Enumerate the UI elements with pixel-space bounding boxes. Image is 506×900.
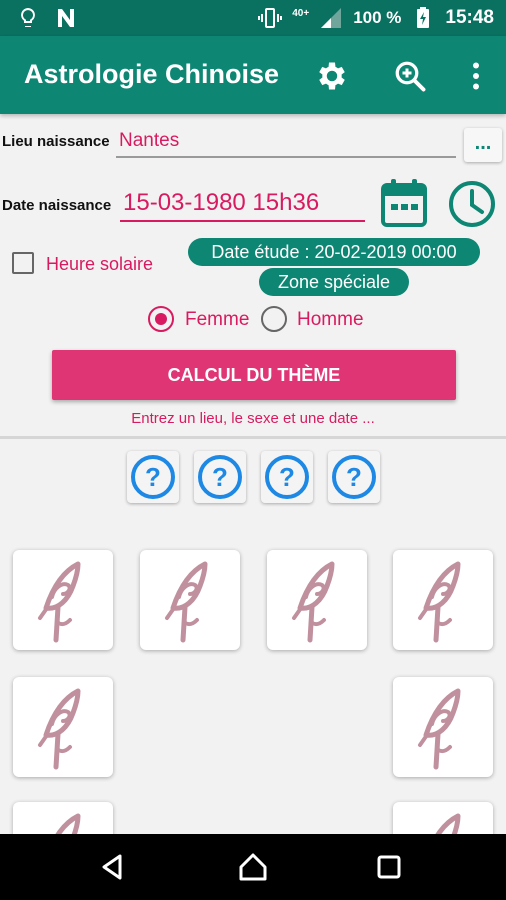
help-button-4[interactable]: ? [328, 451, 380, 503]
female-radio-dot [155, 313, 167, 325]
place-label: Lieu naissance [2, 133, 110, 150]
symbol-tile-4[interactable] [393, 550, 493, 650]
place-more-button[interactable]: ... [464, 128, 502, 162]
male-label: Homme [297, 309, 364, 330]
eye-of-horus-icon [18, 552, 108, 648]
back-triangle-icon [102, 854, 122, 880]
search-plus-icon [395, 61, 426, 92]
help-button-2-label: ? [212, 462, 228, 492]
signal-icon [321, 8, 342, 28]
date-input[interactable]: 15-03-1980 15h36 [123, 189, 319, 217]
solar-time-checkbox[interactable] [12, 252, 34, 274]
eye-of-horus-icon [18, 679, 108, 775]
question-circle-icon: ? [332, 455, 376, 499]
symbol-tile-3[interactable] [267, 550, 367, 650]
place-input[interactable]: Nantes [119, 130, 179, 152]
status-bar: 40+ 100 % 15:48 [0, 0, 506, 36]
recents-square-icon [377, 855, 401, 879]
date-input-underline [120, 220, 365, 222]
clock-icon [449, 181, 495, 227]
solar-time-label: Heure solaire [46, 254, 154, 274]
help-button-1-label: ? [145, 462, 161, 492]
home-icon [239, 853, 267, 881]
symbol-tile-1[interactable] [13, 550, 113, 650]
battery-charging-icon [417, 7, 430, 28]
zoom-in-button[interactable] [390, 56, 430, 96]
vibrate-icon [258, 8, 283, 28]
study-date-badge[interactable]: Date étude : 20-02-2019 00:00 [188, 238, 480, 266]
date-picker-button[interactable] [376, 176, 432, 230]
network-type-label: 40+ [292, 7, 310, 19]
battery-percent: 100 % [353, 8, 402, 27]
symbol-tile-5[interactable] [13, 677, 113, 777]
help-button-4-label: ? [346, 462, 362, 492]
clock-time: 15:48 [445, 7, 494, 28]
overflow-menu-button[interactable] [456, 56, 496, 96]
special-zone-badge[interactable]: Zone spéciale [259, 268, 409, 296]
question-circle-icon: ? [131, 455, 175, 499]
eye-of-horus-icon [398, 552, 488, 648]
place-input-underline [116, 156, 456, 158]
calculate-theme-button[interactable]: CALCUL DU THÈME [52, 350, 456, 400]
more-vert-icon [473, 62, 479, 90]
date-label: Date naissance [2, 197, 112, 214]
app-title: Astrologie Chinoise [24, 59, 280, 89]
help-button-3-label: ? [279, 462, 295, 492]
help-button-1[interactable]: ? [127, 451, 179, 503]
help-button-3[interactable]: ? [261, 451, 313, 503]
question-circle-icon: ? [265, 455, 309, 499]
gear-icon [319, 62, 345, 90]
app-bar: Astrologie Chinoise [0, 36, 506, 114]
home-button[interactable] [236, 850, 270, 884]
hint-text: Entrez un lieu, le sexe et une date ... [131, 410, 375, 427]
help-button-2[interactable]: ? [194, 451, 246, 503]
symbol-tile-2[interactable] [140, 550, 240, 650]
app-screen: 40+ 100 % 15:48 Astrologie Chinoise Lieu… [0, 0, 506, 900]
settings-button[interactable] [312, 56, 352, 96]
back-button[interactable] [96, 850, 130, 884]
time-picker-button[interactable] [446, 178, 498, 230]
eye-of-horus-icon [398, 679, 488, 775]
section-divider [0, 436, 506, 439]
question-circle-icon: ? [198, 455, 242, 499]
recents-button[interactable] [372, 850, 406, 884]
eye-of-horus-icon [272, 552, 362, 648]
female-radio[interactable] [148, 306, 174, 332]
female-label: Femme [185, 309, 250, 330]
navigation-bar [0, 834, 506, 900]
calendar-icon [381, 179, 427, 227]
male-radio[interactable] [261, 306, 287, 332]
eye-of-horus-icon [145, 552, 235, 648]
symbol-tile-6[interactable] [393, 677, 493, 777]
lightbulb-icon [21, 8, 35, 27]
n-notification-icon [58, 9, 74, 27]
